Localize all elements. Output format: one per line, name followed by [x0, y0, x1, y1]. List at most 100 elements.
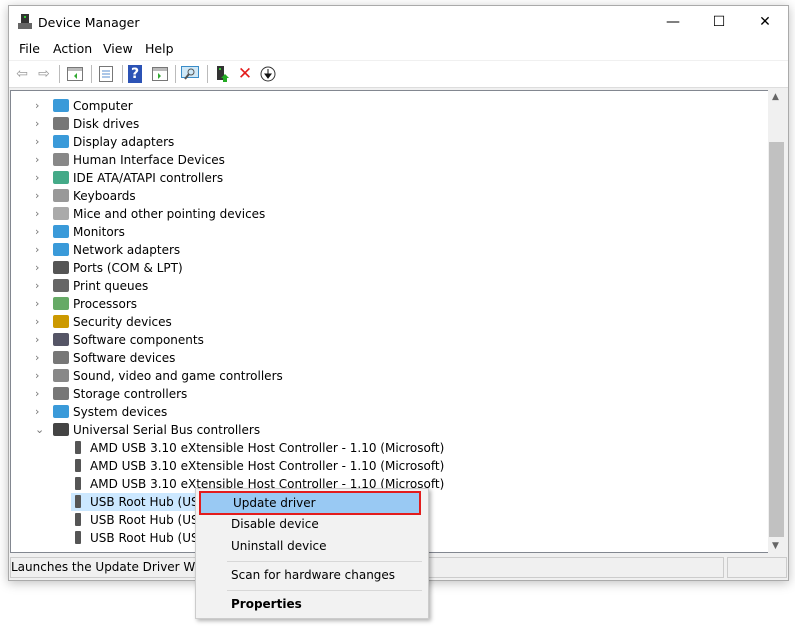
chevron-right-icon[interactable]: ›	[35, 295, 47, 313]
menu-help[interactable]: Help	[145, 41, 174, 56]
tree-category[interactable]: ⌄ Universal Serial Bus controllers	[11, 421, 751, 439]
tree-category-label: Print queues	[73, 279, 149, 293]
chevron-right-icon[interactable]: ›	[35, 223, 47, 241]
tree-category[interactable]: › Print queues	[11, 277, 751, 295]
tree-category[interactable]: › Monitors	[11, 223, 751, 241]
tree-device-label: USB Root Hub (USB	[90, 495, 207, 509]
hid-icon	[53, 153, 69, 166]
tree-category[interactable]: › Security devices	[11, 313, 751, 331]
tree-category[interactable]: › Mice and other pointing devices	[11, 205, 751, 223]
security-icon	[53, 315, 69, 328]
disable-icon[interactable]	[259, 65, 277, 83]
mouse-icon	[53, 207, 69, 220]
menu-item-disable-device[interactable]: Disable device	[198, 513, 424, 535]
menu-separator	[227, 561, 422, 562]
menu-view[interactable]: View	[103, 41, 133, 56]
chevron-right-icon[interactable]: ›	[35, 331, 47, 349]
storage-icon	[53, 387, 69, 400]
maximize-button[interactable]: ☐	[696, 6, 742, 38]
usb-device-icon	[75, 495, 81, 508]
menu-file[interactable]: File	[19, 41, 40, 56]
status-panel	[727, 557, 787, 578]
chevron-right-icon[interactable]: ›	[35, 205, 47, 223]
tree-category[interactable]: › Human Interface Devices	[11, 151, 751, 169]
tree-category[interactable]: › Processors	[11, 295, 751, 313]
show-hide-console-tree-icon[interactable]	[66, 65, 84, 83]
chevron-right-icon[interactable]: ›	[35, 187, 47, 205]
usb-device-icon	[75, 513, 81, 526]
sound-icon	[53, 369, 69, 382]
tree-category-label: Sound, video and game controllers	[73, 369, 283, 383]
tree-category[interactable]: › Sound, video and game controllers	[11, 367, 751, 385]
toolbar-separator	[59, 65, 60, 83]
chevron-right-icon[interactable]: ›	[35, 385, 47, 403]
tree-device[interactable]: AMD USB 3.10 eXtensible Host Controller …	[71, 457, 444, 475]
close-button[interactable]: ✕	[742, 6, 788, 38]
help-icon[interactable]: ?	[128, 65, 142, 83]
back-icon[interactable]: ⇦	[13, 65, 31, 83]
disk-icon	[53, 117, 69, 130]
tree-category-label: Ports (COM & LPT)	[73, 261, 183, 275]
tree-category[interactable]: › Display adapters	[11, 133, 751, 151]
tree-category-label: Storage controllers	[73, 387, 188, 401]
minimize-button[interactable]: —	[650, 6, 696, 38]
usb-device-icon	[75, 441, 81, 454]
chevron-right-icon[interactable]: ›	[35, 115, 47, 133]
tree-category[interactable]: › Disk drives	[11, 115, 751, 133]
update-driver-icon[interactable]	[214, 65, 232, 83]
scroll-up-icon[interactable]: ▲	[772, 92, 779, 102]
tree-category[interactable]: › Software components	[11, 331, 751, 349]
menu-action[interactable]: Action	[53, 41, 92, 56]
tree-category[interactable]: › Ports (COM & LPT)	[11, 259, 751, 277]
tree-device[interactable]: USB Root Hub (USB	[71, 511, 207, 529]
chevron-right-icon[interactable]: ›	[35, 259, 47, 277]
tree-category[interactable]: › Storage controllers	[11, 385, 751, 403]
menu-item-properties[interactable]: Properties	[198, 593, 424, 615]
forward-icon[interactable]: ⇨	[35, 65, 53, 83]
menu-item-uninstall-device[interactable]: Uninstall device	[198, 535, 424, 557]
menu-item-scan-hardware[interactable]: Scan for hardware changes	[198, 564, 424, 586]
toolbar-separator	[91, 65, 92, 83]
tree-category[interactable]: › System devices	[11, 403, 751, 421]
tree-device[interactable]: AMD USB 3.10 eXtensible Host Controller …	[71, 439, 444, 457]
chevron-right-icon[interactable]: ›	[35, 403, 47, 421]
tree-category-label: System devices	[73, 405, 168, 419]
chevron-right-icon[interactable]: ›	[35, 133, 47, 151]
scan-hardware-icon[interactable]	[181, 65, 199, 83]
tree-device-label: AMD USB 3.10 eXtensible Host Controller …	[90, 441, 445, 455]
context-menu: Update driver Disable device Uninstall d…	[195, 488, 429, 619]
menu-bar: File Action View Help	[9, 38, 788, 60]
chevron-right-icon[interactable]: ›	[35, 277, 47, 295]
tree-category[interactable]: › Computer	[11, 97, 751, 115]
chevron-right-icon[interactable]: ›	[35, 151, 47, 169]
tree-category-label: Software devices	[73, 351, 176, 365]
toolbar-separator	[207, 65, 208, 83]
scroll-down-icon[interactable]: ▼	[772, 541, 779, 551]
chevron-right-icon[interactable]: ›	[35, 169, 47, 187]
chevron-right-icon[interactable]: ›	[35, 97, 47, 115]
action-pane-icon[interactable]	[151, 65, 169, 83]
software-component-icon	[53, 333, 69, 346]
display-icon	[53, 135, 69, 148]
tree-category[interactable]: › Software devices	[11, 349, 751, 367]
device-manager-icon	[18, 14, 32, 29]
menu-item-update-driver[interactable]: Update driver	[199, 491, 421, 515]
uninstall-icon[interactable]: ✕	[236, 64, 254, 84]
tree-category-label: Human Interface Devices	[73, 153, 225, 167]
chevron-right-icon[interactable]: ›	[35, 241, 47, 259]
chevron-right-icon[interactable]: ›	[35, 349, 47, 367]
tree-category[interactable]: › IDE ATA/ATAPI controllers	[11, 169, 751, 187]
window-title: Device Manager	[38, 15, 140, 30]
tree-device-label: USB Root Hub (USB	[90, 531, 207, 545]
tree-category[interactable]: › Keyboards	[11, 187, 751, 205]
tree-category-label: Processors	[73, 297, 138, 311]
chevron-right-icon[interactable]: ›	[35, 313, 47, 331]
scrollbar-thumb[interactable]	[769, 142, 784, 537]
properties-icon[interactable]	[97, 65, 115, 83]
chevron-right-icon[interactable]: ›	[35, 367, 47, 385]
tree-category-label: Keyboards	[73, 189, 136, 203]
chevron-down-icon[interactable]: ⌄	[35, 421, 47, 439]
tree-category[interactable]: › Network adapters	[11, 241, 751, 259]
vertical-scrollbar[interactable]: ▲ ▼	[768, 90, 785, 553]
tree-device[interactable]: USB Root Hub (USB	[71, 529, 207, 547]
